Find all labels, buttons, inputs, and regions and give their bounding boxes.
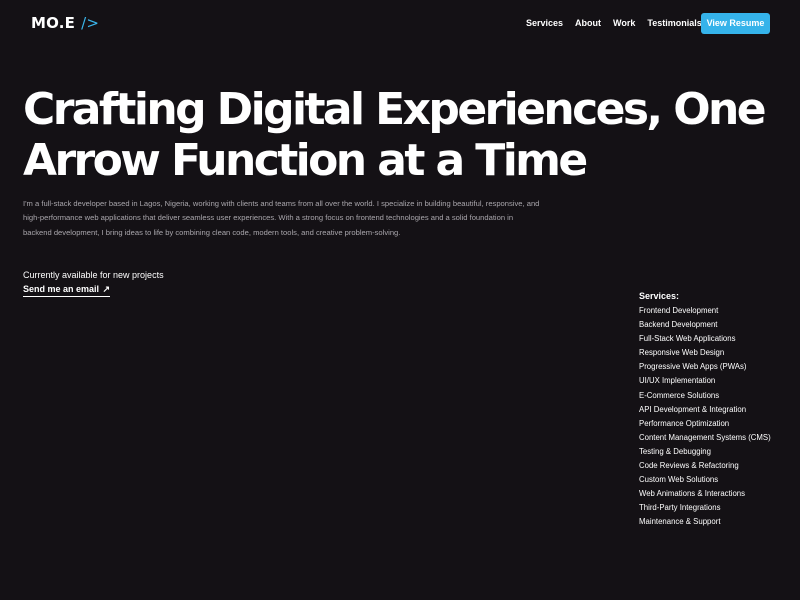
hero-title-line-1: Crafting Digital Experiences, One [23,84,767,135]
service-item: Backend Development [639,320,718,330]
service-item: Third-Party Integrations [639,503,721,513]
service-item: Responsive Web Design [639,348,725,358]
services-heading: Services: [639,291,680,301]
external-arrow-icon: ↗ [102,284,111,294]
hero-title-line-2: Arrow Function at a Time [23,135,588,186]
logo-code-icon: /> [81,14,100,32]
service-item: Code Reviews & Refactoring [639,461,739,471]
service-item: API Development & Integration [639,404,747,414]
main-nav: Services About Work Testimonials [526,18,702,28]
nav-link-work[interactable]: Work [613,18,635,28]
page: MO.E/> Services About Work Testimonials … [0,0,800,600]
services-list: Frontend Development Backend Development… [639,304,799,530]
service-item: Performance Optimization [639,418,730,428]
send-email-label: Send me an email [23,284,100,294]
nav-link-about[interactable]: About [575,18,601,28]
intro-paragraph: I'm a full-stack developer based in Lago… [23,199,540,237]
logo[interactable]: MO.E /> [31,14,99,32]
service-item: Web Animations & Interactions [639,489,746,499]
service-item: UI/UX Implementation [639,376,716,386]
hero-title: Crafting Digital Experiences, One Arrow … [23,84,783,186]
nav-link-testimonials[interactable]: Testimonials [647,18,701,28]
send-email-link[interactable]: Send me an email ↗ [23,284,111,297]
service-item: Content Management Systems (CMS) [639,432,771,442]
service-item: Testing & Debugging [639,446,711,456]
nav-link-services[interactable]: Services [526,18,563,28]
site-header: MO.E/> Services About Work Testimonials … [0,0,800,48]
service-item: Full-Stack Web Applications [639,334,736,344]
availability-status: Currently available for new projects [23,270,164,280]
service-item: Frontend Development [639,306,719,315]
service-item: Progressive Web Apps (PWAs) [639,362,747,372]
service-item: E-Commerce Solutions [639,390,720,400]
services-section: Services: Frontend Development Backend D… [639,290,799,530]
logo-text: MO.E [31,14,76,32]
view-resume-button[interactable]: View Resume [701,13,770,34]
service-item: Custom Web Solutions [639,475,719,485]
service-item: Maintenance & Support [639,517,721,527]
